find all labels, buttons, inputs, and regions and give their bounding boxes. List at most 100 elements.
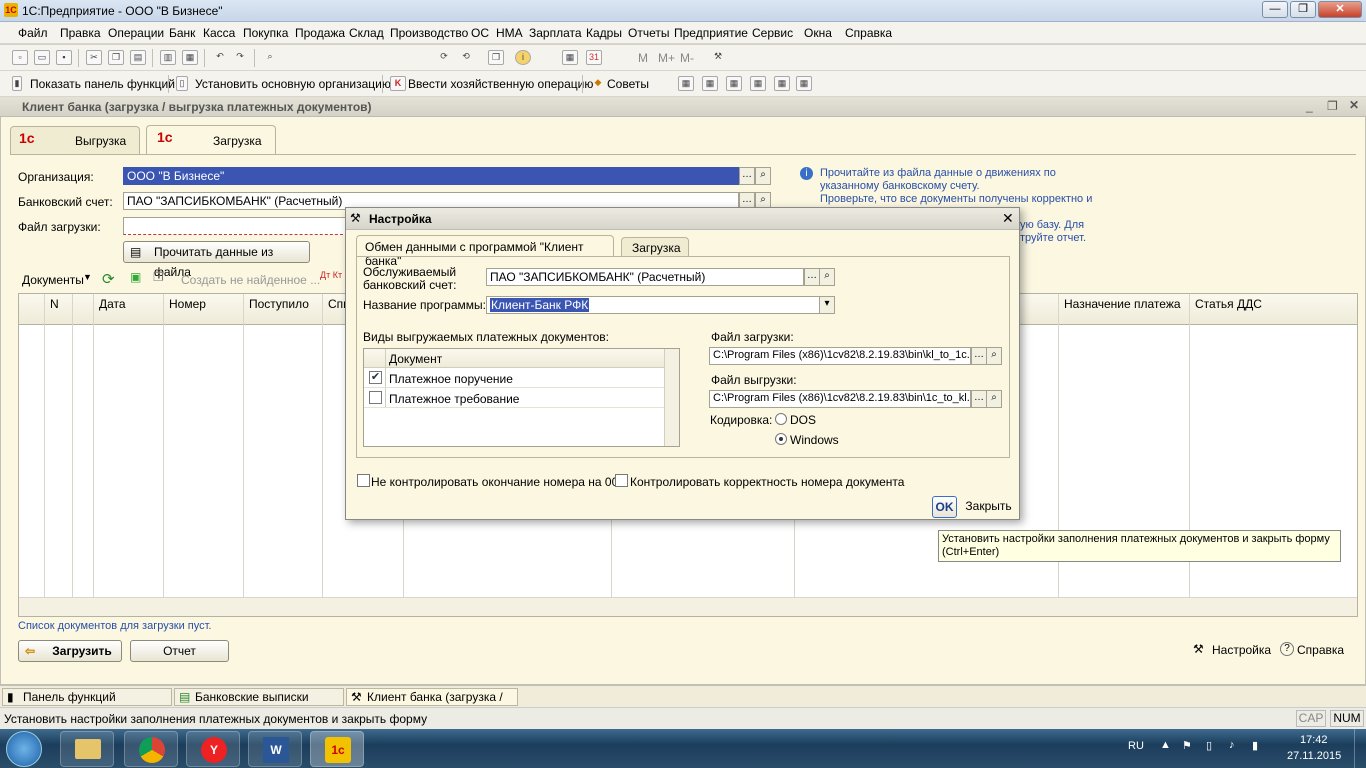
structure-icon-3[interactable]: ▦: [726, 76, 742, 91]
windows-icon[interactable]: ❐: [488, 50, 504, 65]
encoding-dos-radio[interactable]: [775, 413, 787, 425]
served-account-select-button[interactable]: …: [804, 268, 820, 286]
menu-service[interactable]: Сервис: [752, 26, 793, 40]
menu-file[interactable]: Файл: [18, 26, 48, 40]
menu-enterprise[interactable]: Предприятие: [674, 26, 748, 40]
word-app-icon[interactable]: W: [248, 731, 302, 767]
doc-type-row[interactable]: ✔ Платежное поручение: [364, 368, 664, 388]
load-button[interactable]: ⇦ Загрузить: [18, 640, 122, 662]
copy-icon[interactable]: ❐: [108, 50, 124, 65]
redo-icon[interactable]: ↷: [232, 50, 248, 65]
memory-m[interactable]: M: [638, 51, 648, 65]
wintab-functions-panel[interactable]: ▮ Панель функций: [2, 688, 172, 706]
memory-m-minus[interactable]: M-: [680, 51, 694, 65]
dialog-unload-file-select-button[interactable]: …: [971, 390, 987, 408]
undo-icon[interactable]: ↶: [212, 50, 228, 65]
menu-production[interactable]: Производство: [390, 26, 468, 40]
doc-type-row[interactable]: Платежное требование: [364, 388, 664, 408]
served-account-search-icon[interactable]: ⌕: [819, 268, 835, 286]
menu-reports[interactable]: Отчеты: [628, 26, 669, 40]
dialog-load-file-select-button[interactable]: …: [971, 347, 987, 365]
find-next-icon[interactable]: ⟳: [436, 50, 452, 65]
tools-icon[interactable]: ⚒: [710, 50, 726, 65]
structure-icon-4[interactable]: ▦: [750, 76, 766, 91]
ok-button[interactable]: OK: [932, 496, 957, 518]
payment-order-checkbox[interactable]: ✔: [369, 371, 382, 384]
menu-cash[interactable]: Касса: [203, 26, 235, 40]
show-panel-button[interactable]: Показать панель функций: [30, 77, 175, 91]
chrome-app-icon[interactable]: [124, 731, 178, 767]
help-link[interactable]: Справка: [1297, 643, 1344, 657]
search-icon[interactable]: ⌕: [262, 50, 278, 65]
settings-link[interactable]: Настройка: [1212, 643, 1271, 657]
wintab-client-bank[interactable]: ⚒ Клиент банка (загрузка / в...: [346, 688, 518, 718]
tips-button[interactable]: Советы: [607, 77, 649, 91]
calculator-icon[interactable]: ▦: [562, 50, 578, 65]
minimize-button[interactable]: —: [1262, 1, 1288, 18]
tab-load[interactable]: 1с Загрузка: [146, 125, 276, 155]
structure-icon-2[interactable]: ▦: [702, 76, 718, 91]
report-button[interactable]: Отчет: [130, 640, 229, 662]
device-icon[interactable]: ▯: [1206, 739, 1212, 752]
tray-arrow-icon[interactable]: ▲: [1160, 739, 1171, 751]
load-file-field[interactable]: [123, 217, 348, 235]
menu-purchase[interactable]: Покупка: [243, 26, 288, 40]
documents-menu[interactable]: Документы: [22, 273, 84, 287]
find-prev-icon[interactable]: ⟲: [458, 50, 474, 65]
save-icon[interactable]: ▪: [56, 50, 72, 65]
dialog-load-file-field[interactable]: C:\Program Files (x86)\1cv82\8.2.19.83\b…: [709, 347, 971, 365]
organization-field[interactable]: ООО "В Бизнесе": [123, 167, 739, 185]
network-icon[interactable]: ▮: [1252, 739, 1258, 752]
form-restore-icon[interactable]: ❐: [1327, 99, 1338, 113]
close-dialog-button[interactable]: Закрыть: [961, 496, 1016, 518]
menu-warehouse[interactable]: Склад: [349, 26, 384, 40]
open-folder-icon[interactable]: ▭: [34, 50, 50, 65]
menu-bank[interactable]: Банк: [169, 26, 195, 40]
yandex-browser-icon[interactable]: Y: [186, 731, 240, 767]
menu-salary[interactable]: Зарплата: [529, 26, 582, 40]
flag-icon[interactable]: ⚑: [1182, 739, 1192, 752]
served-account-field[interactable]: ПАО "ЗАПСИБКОМБАНК" (Расчетный): [486, 268, 804, 286]
menu-help[interactable]: Справка: [845, 26, 892, 40]
set-organization-button[interactable]: Установить основную организацию: [195, 77, 391, 91]
doc-types-scrollbar[interactable]: [664, 349, 679, 446]
tab-client-bank-exchange[interactable]: Обмен данными с программой "Клиент банка…: [356, 235, 614, 268]
memory-m-plus[interactable]: M+: [658, 51, 675, 65]
info-icon[interactable]: i: [515, 50, 531, 65]
menu-sales[interactable]: Продажа: [295, 26, 345, 40]
close-button[interactable]: ✕: [1318, 1, 1362, 18]
language-indicator[interactable]: RU: [1128, 740, 1144, 752]
form-close-icon[interactable]: ✕: [1349, 98, 1359, 112]
copy-rows-icon[interactable]: ❐: [153, 270, 164, 284]
menu-fixed-assets[interactable]: ОС: [471, 26, 489, 40]
dialog-unload-file-search-icon[interactable]: ⌕: [986, 390, 1002, 408]
menu-edit[interactable]: Правка: [60, 26, 101, 40]
explorer-app-icon[interactable]: [60, 731, 114, 767]
structure-icon-6[interactable]: ▦: [796, 76, 812, 91]
postings-icon[interactable]: Дт Кт: [320, 270, 342, 280]
dialog-unload-file-field[interactable]: C:\Program Files (x86)\1cv82\8.2.19.83\b…: [709, 390, 971, 408]
cut-icon[interactable]: ✂: [86, 50, 102, 65]
volume-icon[interactable]: ♪: [1229, 739, 1235, 751]
1c-app-icon[interactable]: 1c: [310, 731, 364, 767]
menu-operations[interactable]: Операции: [108, 26, 164, 40]
documents-dropdown-icon[interactable]: ▼: [83, 272, 92, 282]
new-document-icon[interactable]: ▫: [12, 50, 28, 65]
wintab-bank-statements[interactable]: ▤ Банковские выписки: [174, 688, 344, 706]
structure-icon[interactable]: ▦: [678, 76, 694, 91]
structure-icon-5[interactable]: ▦: [774, 76, 790, 91]
organization-select-button[interactable]: …: [739, 167, 755, 185]
encoding-windows-radio[interactable]: [775, 433, 787, 445]
refresh-icon[interactable]: ⟳: [102, 270, 115, 288]
tab-dialog-load[interactable]: Загрузка: [621, 237, 689, 257]
select-all-icon[interactable]: ▣: [130, 270, 141, 284]
read-file-button[interactable]: ▤ Прочитать данные из файла: [123, 241, 310, 279]
paste-icon[interactable]: ▤: [130, 50, 146, 65]
dialog-close-icon[interactable]: ✕: [1002, 210, 1014, 227]
enter-operation-button[interactable]: Ввести хозяйственную операцию: [408, 77, 593, 91]
print-icon[interactable]: ▥: [160, 50, 176, 65]
no-check-000-checkbox[interactable]: [357, 474, 370, 487]
menu-windows[interactable]: Окна: [804, 26, 832, 40]
calendar-icon[interactable]: 31: [586, 50, 602, 65]
start-button[interactable]: [6, 731, 42, 767]
